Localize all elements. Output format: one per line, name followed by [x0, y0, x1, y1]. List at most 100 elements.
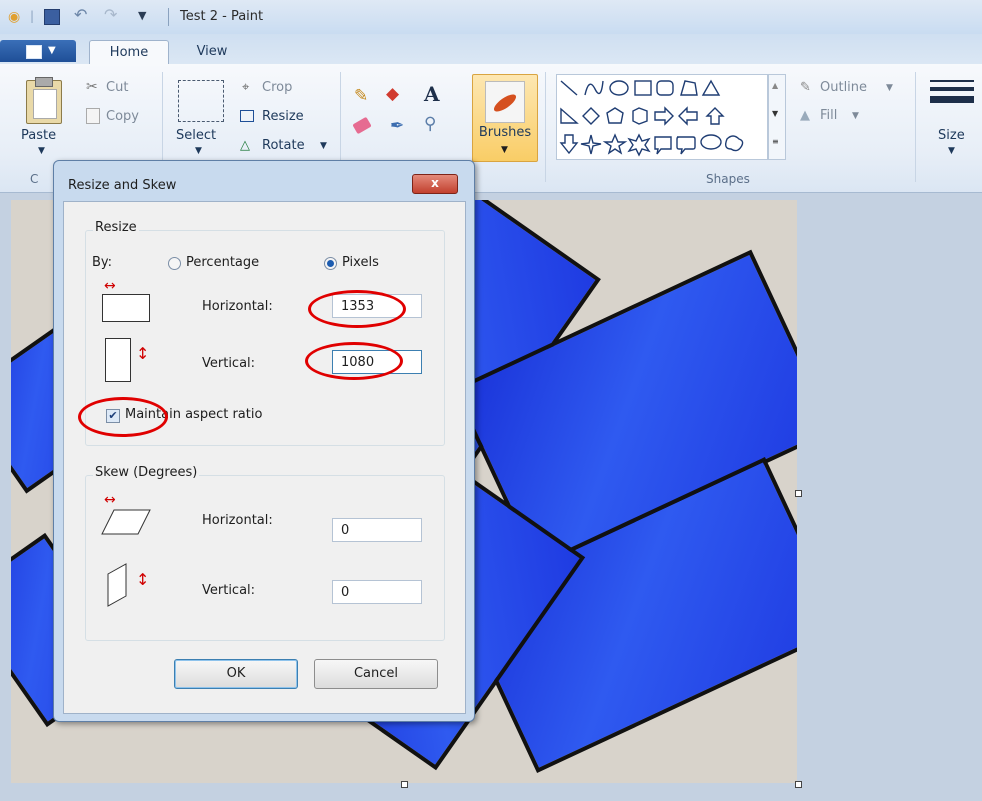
- redo-icon[interactable]: ↷: [104, 5, 117, 24]
- file-menu-button[interactable]: ▼: [0, 40, 76, 62]
- triangle-shape-icon: [701, 79, 721, 96]
- highlight-ring-vertical: [305, 342, 403, 380]
- rectangle-shape-icon: [634, 80, 652, 96]
- scissors-icon: ✂: [86, 79, 98, 95]
- quick-access-customize-icon[interactable]: ▼: [138, 9, 146, 22]
- shapes-gallery[interactable]: [556, 74, 768, 160]
- separator: [545, 72, 546, 182]
- hexagon-shape-icon: [632, 107, 648, 125]
- highlight-ring-horizontal: [308, 290, 406, 328]
- outline-button[interactable]: Outline: [820, 80, 867, 95]
- crop-button[interactable]: Crop: [262, 80, 292, 95]
- undo-icon[interactable]: ↶: [74, 5, 87, 24]
- cut-button[interactable]: Cut: [106, 80, 128, 95]
- chevron-down-icon[interactable]: ▼: [948, 146, 955, 156]
- resize-handle-corner[interactable]: [795, 781, 802, 788]
- resize-handle-bottom[interactable]: [401, 781, 408, 788]
- scroll-up-icon[interactable]: ▲: [772, 81, 778, 90]
- percentage-radio[interactable]: [168, 257, 181, 270]
- skew-vertical-label: Vertical:: [202, 583, 256, 598]
- vertical-arrow-icon: ↕: [136, 570, 150, 589]
- rotate-button[interactable]: Rotate: [262, 138, 305, 153]
- paste-icon[interactable]: [26, 77, 62, 124]
- resize-button[interactable]: Resize: [262, 109, 304, 124]
- chevron-down-icon[interactable]: ▼: [195, 146, 202, 156]
- pixels-label[interactable]: Pixels: [342, 255, 379, 270]
- horizontal-arrow-icon: ↔: [104, 492, 116, 508]
- horizontal-label: Horizontal:: [202, 299, 273, 314]
- brushes-label: Brushes: [478, 125, 532, 140]
- tab-home[interactable]: Home: [89, 40, 169, 65]
- horizontal-resize-icon: [102, 294, 150, 322]
- chevron-down-icon[interactable]: ▼: [38, 146, 45, 156]
- pixels-radio[interactable]: [324, 257, 337, 270]
- vertical-skew-icon: [107, 563, 127, 607]
- eraser-icon[interactable]: [352, 116, 372, 135]
- chevron-down-icon[interactable]: ▼: [886, 83, 893, 93]
- size-icon[interactable]: [930, 80, 974, 103]
- size-button[interactable]: Size: [938, 128, 965, 143]
- pencil-icon[interactable]: ✎: [354, 86, 368, 106]
- skew-horizontal-input[interactable]: 0: [332, 518, 422, 542]
- resize-icon: [240, 110, 254, 122]
- by-label: By:: [92, 255, 113, 270]
- down-arrow-shape-icon: [559, 134, 579, 155]
- resize-handle-right[interactable]: [795, 490, 802, 497]
- rounded-rectangle-shape-icon: [656, 80, 674, 96]
- resize-legend: Resize: [93, 220, 139, 235]
- window-title: Test 2 - Paint: [180, 9, 264, 24]
- five-point-star-shape-icon: [602, 133, 628, 155]
- magnifier-icon[interactable]: ⚲: [424, 114, 436, 134]
- copy-button[interactable]: Copy: [106, 109, 139, 124]
- paint-app-icon[interactable]: ◉: [8, 9, 20, 25]
- horizontal-skew-icon: [101, 509, 151, 535]
- text-tool-icon[interactable]: A: [424, 82, 440, 106]
- highlight-ring-aspect: [78, 397, 168, 437]
- cancel-button[interactable]: Cancel: [314, 659, 438, 689]
- right-triangle-shape-icon: [560, 107, 579, 124]
- four-point-star-shape-icon: [580, 134, 602, 155]
- skew-horizontal-label: Horizontal:: [202, 513, 273, 528]
- brush-icon: [485, 81, 525, 123]
- expand-gallery-icon[interactable]: ≡: [772, 137, 779, 146]
- select-button[interactable]: Select: [176, 128, 216, 143]
- ok-button[interactable]: OK: [174, 659, 298, 689]
- fill-button[interactable]: Fill: [820, 108, 837, 123]
- curve-shape-icon: [584, 80, 604, 96]
- line-shape-icon: [560, 80, 578, 96]
- dialog-body: Resize By: Percentage Pixels ↔ Horizonta…: [63, 201, 466, 714]
- up-arrow-shape-icon: [705, 107, 725, 125]
- polygon-shape-icon: [680, 80, 698, 96]
- shapes-group-label: Shapes: [706, 172, 750, 186]
- fill-bucket-icon[interactable]: ◆: [386, 84, 399, 104]
- save-icon[interactable]: [44, 9, 60, 25]
- rotate-icon: △: [240, 138, 250, 153]
- brushes-button[interactable]: Brushes ▼: [472, 74, 538, 162]
- ribbon-tabs: ▼ Home View: [0, 34, 982, 65]
- skew-vertical-input[interactable]: 0: [332, 580, 422, 604]
- menu-icon: [26, 45, 42, 59]
- pentagon-shape-icon: [606, 107, 624, 124]
- close-button[interactable]: x: [412, 174, 458, 194]
- percentage-label[interactable]: Percentage: [186, 255, 259, 270]
- paste-button[interactable]: Paste: [21, 128, 56, 143]
- chevron-down-icon: ▼: [48, 45, 56, 56]
- scroll-down-icon[interactable]: ▼: [772, 109, 778, 118]
- chevron-down-icon[interactable]: ▼: [320, 141, 327, 151]
- resize-skew-dialog: Resize and Skew x Resize By: Percentage …: [53, 160, 475, 722]
- left-arrow-shape-icon: [678, 106, 698, 126]
- vertical-arrow-icon: ↕: [136, 344, 150, 363]
- fill-icon: ▲: [800, 108, 810, 123]
- shapes-gallery-icons: [559, 79, 744, 157]
- color-picker-icon[interactable]: ✒: [390, 116, 404, 136]
- select-icon[interactable]: [178, 80, 224, 122]
- shapes-gallery-scroll[interactable]: ▲ ▼ ≡: [768, 74, 786, 160]
- rounded-callout-shape-icon: [676, 136, 696, 155]
- separator: [915, 72, 916, 182]
- vertical-resize-icon: [105, 338, 131, 382]
- horizontal-arrow-icon: ↔: [104, 278, 116, 294]
- tab-view[interactable]: View: [182, 40, 242, 64]
- skew-groupbox: [85, 475, 445, 641]
- chevron-down-icon[interactable]: ▼: [852, 111, 859, 121]
- rect-callout-shape-icon: [654, 136, 672, 155]
